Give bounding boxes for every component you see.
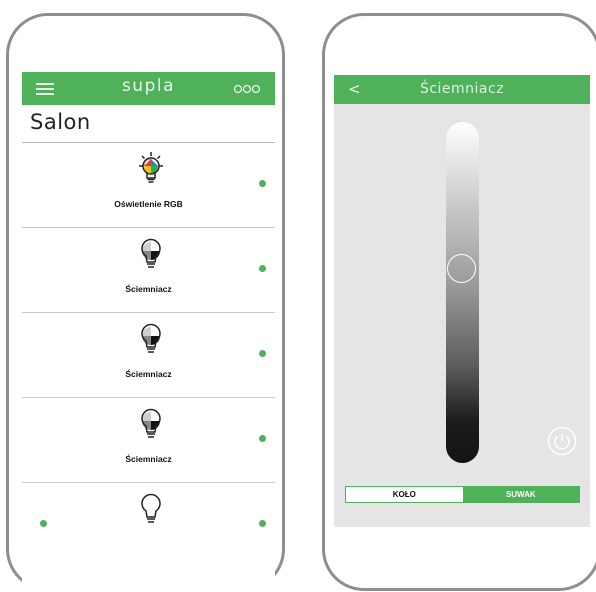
slider-knob[interactable] (447, 254, 476, 283)
power-icon[interactable] (547, 426, 577, 456)
channel-row-dimmer[interactable]: Ściemniacz (22, 313, 275, 398)
online-status-dot (259, 180, 266, 187)
dimmer-bulb-icon (134, 406, 168, 446)
online-status-dot (259, 350, 266, 357)
dimmer-bulb-icon (134, 321, 168, 361)
channel-caption: Oświetlenie RGB (114, 199, 183, 209)
channel-row-rgb[interactable]: Oświetlenie RGB (22, 143, 275, 228)
bulb-outline-icon (134, 491, 168, 531)
top-bar: < Ściemniacz (334, 75, 590, 104)
channel-caption: Ściemniacz (125, 369, 172, 379)
dimmer-detail-screen: < Ściemniacz KOŁO SUWAK (334, 75, 590, 527)
channel-row-dimmer[interactable]: Ściemniacz (22, 228, 275, 313)
tab-kolo[interactable]: KOŁO (346, 487, 463, 502)
online-status-dot (259, 265, 266, 272)
three-circles-icon[interactable] (233, 79, 265, 102)
brightness-slider[interactable] (446, 122, 479, 463)
channel-list-screen: supla Salon Oświetlenie RGB Ściemniacz Ś… (22, 72, 275, 592)
channel-row-dimmer[interactable]: Ściemniacz (22, 398, 275, 483)
channel-caption: Ściemniacz (125, 284, 172, 294)
tab-suwak[interactable]: SUWAK (462, 487, 579, 502)
phone-frame-right: < Ściemniacz KOŁO SUWAK (322, 13, 596, 591)
mode-switch: KOŁO SUWAK (345, 486, 580, 503)
channel-row-light[interactable] (22, 483, 275, 568)
dimmer-bulb-icon (134, 236, 168, 276)
online-status-dot (40, 520, 47, 527)
screen-title: Ściemniacz (419, 81, 505, 97)
rgb-bulb-icon (134, 151, 168, 191)
online-status-dot (259, 520, 266, 527)
channel-caption: Ściemniacz (125, 454, 172, 464)
online-status-dot (259, 435, 266, 442)
location-title: Salon (30, 110, 91, 134)
top-bar: supla (22, 72, 275, 105)
phone-frame-left: supla Salon Oświetlenie RGB Ściemniacz Ś… (6, 13, 285, 592)
